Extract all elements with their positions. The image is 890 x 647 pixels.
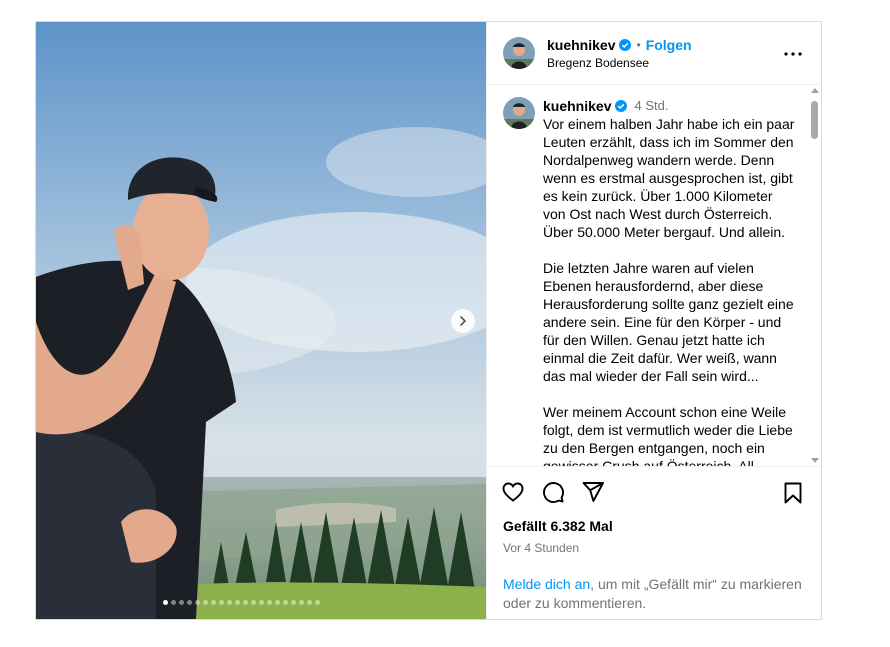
paper-plane-icon [582, 481, 604, 502]
carousel-dot [243, 600, 248, 605]
scroll-down-arrow[interactable] [811, 458, 819, 463]
carousel-dot [219, 600, 224, 605]
more-options-icon [784, 52, 802, 56]
carousel-dot [251, 600, 256, 605]
comment-button[interactable] [541, 480, 567, 506]
login-link[interactable]: Melde dich an [503, 576, 590, 592]
action-bar [487, 466, 821, 518]
caption-time[interactable]: 4 Std. [634, 97, 668, 115]
caption-avatar[interactable] [503, 97, 535, 129]
carousel-dot [179, 600, 184, 605]
post-photo [36, 22, 486, 619]
carousel-dot [275, 600, 280, 605]
post-media[interactable] [36, 22, 486, 619]
separator: • [636, 37, 641, 52]
like-count[interactable]: Gefällt 6.382 Mal [487, 518, 821, 534]
bookmark-icon [784, 482, 802, 504]
carousel-dot [195, 600, 200, 605]
caption-area[interactable]: kuehnikev 4 Std. Vor einem halben Jahr h… [487, 85, 821, 466]
caption-paragraph: Wer meinem Account schon eine Weile folg… [543, 404, 793, 466]
carousel-dot [299, 600, 304, 605]
comment-icon [543, 481, 564, 503]
carousel-dot [291, 600, 296, 605]
scrollbar[interactable] [809, 88, 819, 463]
save-button[interactable] [781, 481, 805, 505]
chevron-right-icon [460, 316, 467, 326]
login-prompt: Melde dich an, um mit „Gefällt mir“ zu m… [503, 575, 813, 613]
scrollbar-thumb[interactable] [811, 101, 818, 139]
caption-paragraph: Vor einem halben Jahr habe ich ein paar … [543, 116, 795, 240]
follow-button[interactable]: Folgen [646, 37, 692, 53]
heart-icon [502, 482, 524, 502]
carousel-dot [235, 600, 240, 605]
more-options-button[interactable] [783, 44, 803, 64]
instagram-post: kuehnikev • Folgen Bregenz Bodensee kueh… [35, 21, 822, 620]
avatar[interactable] [503, 37, 535, 69]
caption-username[interactable]: kuehnikev [543, 97, 611, 115]
carousel-dot [211, 600, 216, 605]
carousel-dot [267, 600, 272, 605]
verified-badge-icon [615, 100, 628, 112]
post-timestamp[interactable]: Vor 4 Stunden [487, 541, 821, 555]
carousel-dot [227, 600, 232, 605]
carousel-next-button[interactable] [451, 309, 475, 333]
carousel-indicator [163, 600, 320, 605]
carousel-dot [187, 600, 192, 605]
post-sidebar: kuehnikev • Folgen Bregenz Bodensee kueh… [486, 22, 821, 619]
caption-paragraph: Die letzten Jahre waren auf vielen Ebene… [543, 260, 794, 384]
carousel-dot [259, 600, 264, 605]
caption: kuehnikev 4 Std. Vor einem halben Jahr h… [503, 97, 805, 466]
scroll-up-arrow[interactable] [811, 88, 819, 93]
like-button[interactable] [501, 480, 527, 506]
username[interactable]: kuehnikev [547, 37, 615, 53]
carousel-dot [203, 600, 208, 605]
carousel-dot [307, 600, 312, 605]
carousel-dot [163, 600, 168, 605]
carousel-dot [171, 600, 176, 605]
carousel-dot [315, 600, 320, 605]
post-header: kuehnikev • Folgen Bregenz Bodensee [487, 22, 821, 85]
location-link[interactable]: Bregenz Bodensee [547, 56, 692, 70]
share-button[interactable] [581, 480, 607, 506]
carousel-dot [283, 600, 288, 605]
verified-badge-icon [619, 38, 632, 51]
